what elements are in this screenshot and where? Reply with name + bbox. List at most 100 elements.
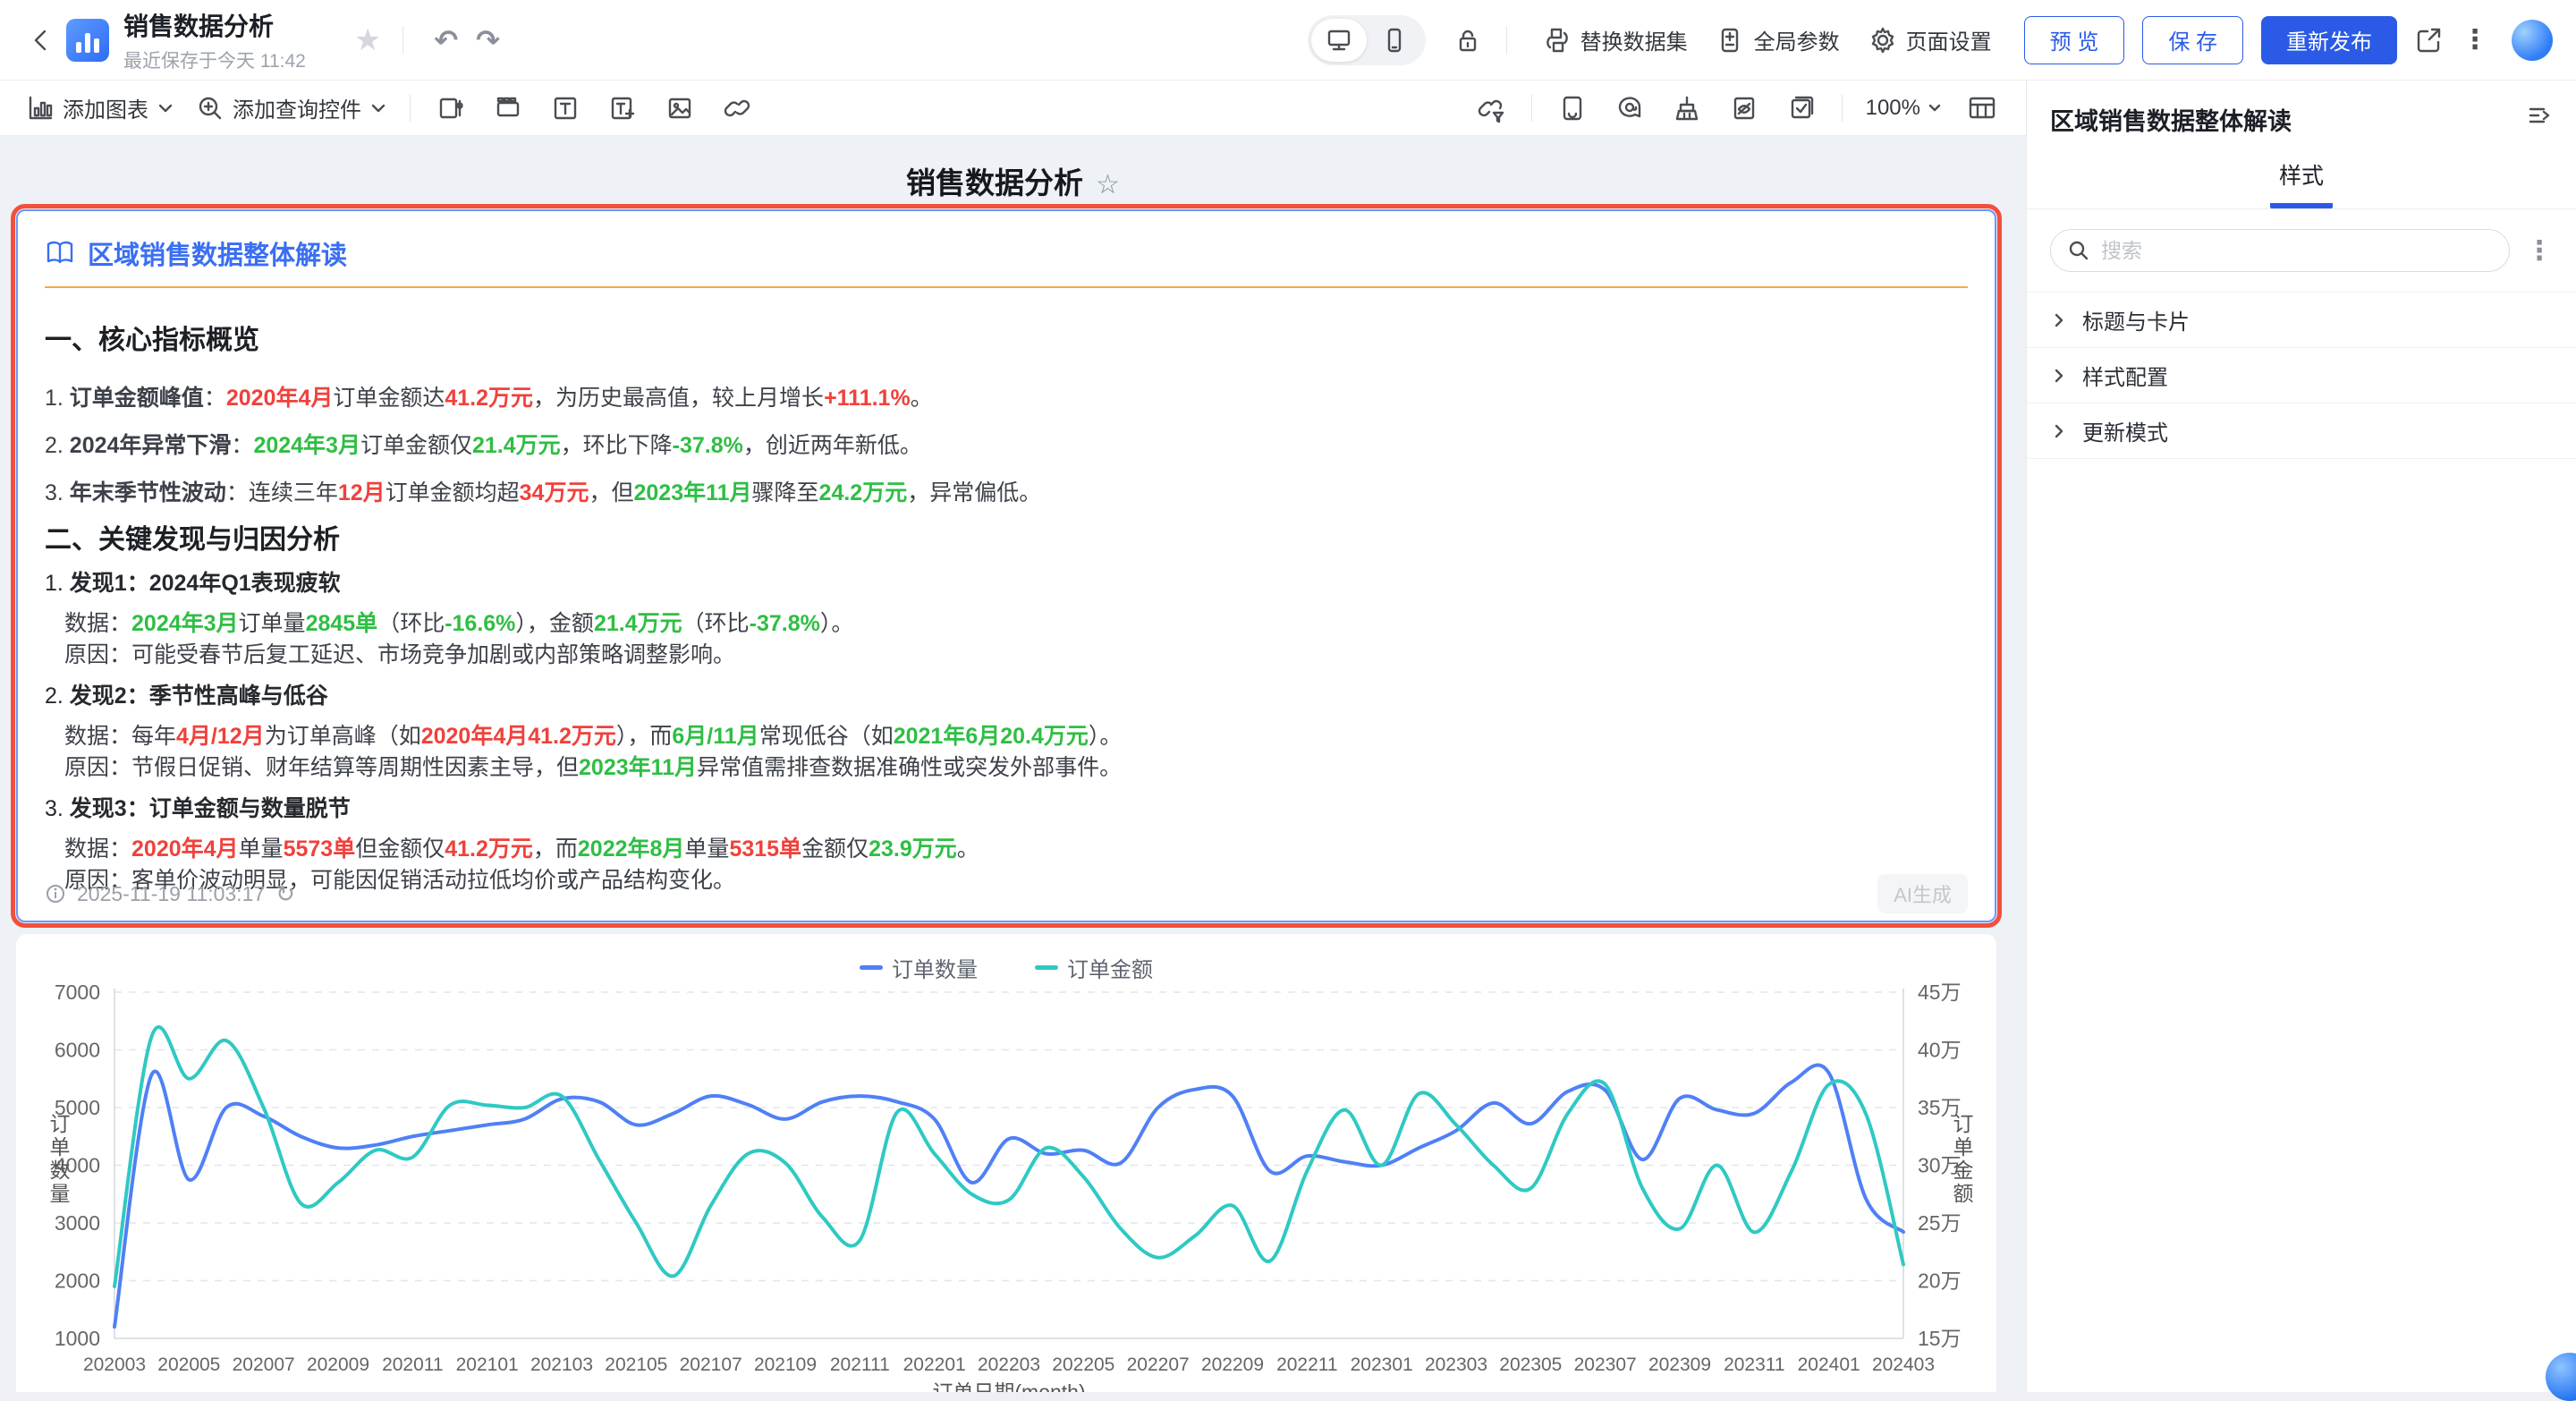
finding-data: 数据：每年4月/12月为订单高峰（如2020年4月41.2万元），而6月/11月…: [45, 721, 1968, 751]
lock-icon[interactable]: [1451, 23, 1485, 57]
favorite-star-icon[interactable]: ★: [354, 22, 381, 58]
text-icon[interactable]: [548, 91, 582, 125]
kpi-item: 3. 年末季节性波动：连续三年12月订单金额均超34万元，但2023年11月骤降…: [45, 478, 1968, 508]
svg-text:202105: 202105: [605, 1354, 667, 1375]
hidden-charts-icon[interactable]: [1727, 91, 1761, 125]
save-status: 最近保存于今天 11:42: [123, 47, 306, 73]
title-star-icon[interactable]: ☆: [1096, 170, 1120, 200]
more-menu-icon[interactable]: ⋮: [2462, 24, 2488, 55]
svg-text:3000: 3000: [55, 1211, 100, 1235]
kpi-item: 2. 2024年异常下滑：2024年3月订单金额仅21.4万元，环比下降-37.…: [45, 430, 1968, 461]
card-title: 区域销售数据整体解读: [88, 234, 347, 272]
svg-text:202011: 202011: [382, 1354, 444, 1375]
svg-text:202003: 202003: [83, 1354, 146, 1375]
finding-title: 1. 发现1：2024年Q1表现疲软: [45, 568, 1968, 599]
svg-text:202403: 202403: [1872, 1354, 1935, 1375]
edit-toolbar: 添加图表 添加查询控件: [0, 81, 2026, 136]
svg-text:20万: 20万: [1918, 1269, 1962, 1293]
book-icon: [45, 238, 75, 268]
finding-data: 数据：2024年3月订单量2845单（环比-16.6%），金额21.4万元（环比…: [45, 608, 1968, 639]
panel-title: 区域销售数据整体解读: [2050, 102, 2292, 137]
svg-text:40万: 40万: [1918, 1039, 1962, 1062]
svg-text:45万: 45万: [1918, 983, 1962, 1004]
tab-style[interactable]: 样式: [2270, 158, 2333, 208]
divider: [1842, 95, 1843, 122]
todo-check-icon[interactable]: [1784, 91, 1818, 125]
generated-timestamp: 2025-11-19 11:03:17 ↻: [45, 880, 295, 908]
divider: [1506, 26, 1507, 55]
page-settings-button[interactable]: 页面设置: [1868, 24, 1992, 55]
kpi-item: 1. 订单金额峰值：2020年4月订单金额达41.2万元，为历史最高值，较上月增…: [45, 383, 1968, 413]
republish-button[interactable]: 重新发布: [2261, 16, 2397, 64]
legend-item-orders[interactable]: 订单数量: [860, 952, 978, 983]
ai-interpretation-card[interactable]: 区域销售数据整体解读 一、核心指标概览 1. 订单金额峰值：2020年4月订单金…: [16, 209, 1996, 922]
link-icon[interactable]: [720, 91, 754, 125]
style-config-panel: 区域销售数据整体解读 样式 ⋮ 标题与卡片 样式配置 更新模式: [2026, 81, 2576, 1392]
svg-text:202401: 202401: [1798, 1354, 1860, 1375]
zoom-select[interactable]: 100%: [1866, 96, 1942, 121]
svg-text:202303: 202303: [1425, 1354, 1487, 1375]
zoom-plus-icon: [197, 95, 224, 122]
link-filter-icon[interactable]: [1474, 91, 1508, 125]
y-axis-title-left: 订单数量: [43, 1113, 73, 1206]
save-button[interactable]: 保 存: [2142, 16, 2243, 64]
info-icon: [45, 883, 66, 904]
grid-layout-icon[interactable]: [1965, 91, 1999, 125]
search-box[interactable]: [2050, 229, 2510, 272]
legend-dash-icon: [1035, 965, 1058, 970]
panel-section-style-config[interactable]: 样式配置: [2027, 348, 2576, 403]
panel-section-title-card[interactable]: 标题与卡片: [2027, 293, 2576, 348]
app-header: 销售数据分析 最近保存于今天 11:42 ★ ↶ ↷ 替换数据集 全局参数: [0, 0, 2576, 81]
svg-text:202203: 202203: [978, 1354, 1040, 1375]
search-input[interactable]: [2099, 238, 2493, 264]
panel-section-update-mode[interactable]: 更新模式: [2027, 403, 2576, 459]
search-options-icon[interactable]: ⋮: [2526, 235, 2553, 267]
add-chart-button[interactable]: 添加图表: [27, 92, 174, 123]
chevron-down-icon: [157, 103, 174, 114]
card-title-divider: [45, 286, 1968, 288]
svg-text:202211: 202211: [1276, 1354, 1338, 1375]
svg-text:202111: 202111: [830, 1354, 890, 1375]
page-title: 销售数据分析☆: [0, 159, 2026, 202]
component-settings-icon[interactable]: [434, 91, 468, 125]
desktop-view-toggle[interactable]: [1311, 19, 1367, 62]
preview-button[interactable]: 预 览: [2024, 16, 2125, 64]
mobile-view-toggle[interactable]: [1367, 19, 1422, 62]
svg-text:202005: 202005: [157, 1354, 220, 1375]
legend-item-amount[interactable]: 订单金额: [1035, 952, 1153, 983]
panel-tabs: 样式: [2027, 142, 2576, 209]
svg-text:202205: 202205: [1052, 1354, 1114, 1375]
rich-text-icon[interactable]: [606, 91, 640, 125]
back-button[interactable]: [23, 22, 59, 58]
order-trend-chart-card[interactable]: 订单数量 订单金额 100020003000400050006000700015…: [16, 934, 1996, 1392]
refresh-icon[interactable]: ↻: [275, 880, 295, 908]
comment-icon[interactable]: [1613, 91, 1647, 125]
finding-title: 2. 发现2：季节性高峰与低谷: [45, 681, 1968, 711]
svg-text:7000: 7000: [55, 983, 100, 1004]
add-query-control-button[interactable]: 添加查询控件: [197, 92, 386, 123]
ai-generated-badge: AI生成: [1877, 874, 1968, 913]
replace-dataset-button[interactable]: 替换数据集: [1543, 24, 1688, 55]
divider: [410, 95, 411, 122]
card-title-row: 区域销售数据整体解读: [45, 234, 1968, 272]
section-heading: 一、核心指标概览: [45, 324, 1968, 358]
svg-text:202305: 202305: [1499, 1354, 1562, 1375]
container-icon[interactable]: [491, 91, 525, 125]
svg-text:6000: 6000: [55, 1039, 100, 1062]
finding-title: 3. 发现3：订单金额与数量脱节: [45, 794, 1968, 824]
user-avatar[interactable]: [2512, 20, 2553, 61]
replace-dataset-icon: [1543, 26, 1572, 55]
svg-text:2000: 2000: [55, 1269, 100, 1293]
collapse-panel-icon[interactable]: [2526, 102, 2553, 129]
global-params-button[interactable]: 全局参数: [1716, 24, 1840, 55]
clear-canvas-icon[interactable]: [1670, 91, 1704, 125]
share-icon[interactable]: [2411, 23, 2445, 57]
y-axis-title-right: 订单金额: [1946, 1113, 1977, 1206]
svg-text:202209: 202209: [1201, 1354, 1264, 1375]
mobile-card-icon[interactable]: [1555, 91, 1589, 125]
undo-icon[interactable]: ↶: [434, 23, 458, 57]
image-icon[interactable]: [663, 91, 697, 125]
redo-icon[interactable]: ↷: [476, 23, 500, 57]
svg-text:202107: 202107: [680, 1354, 742, 1375]
svg-text:202207: 202207: [1127, 1354, 1190, 1375]
